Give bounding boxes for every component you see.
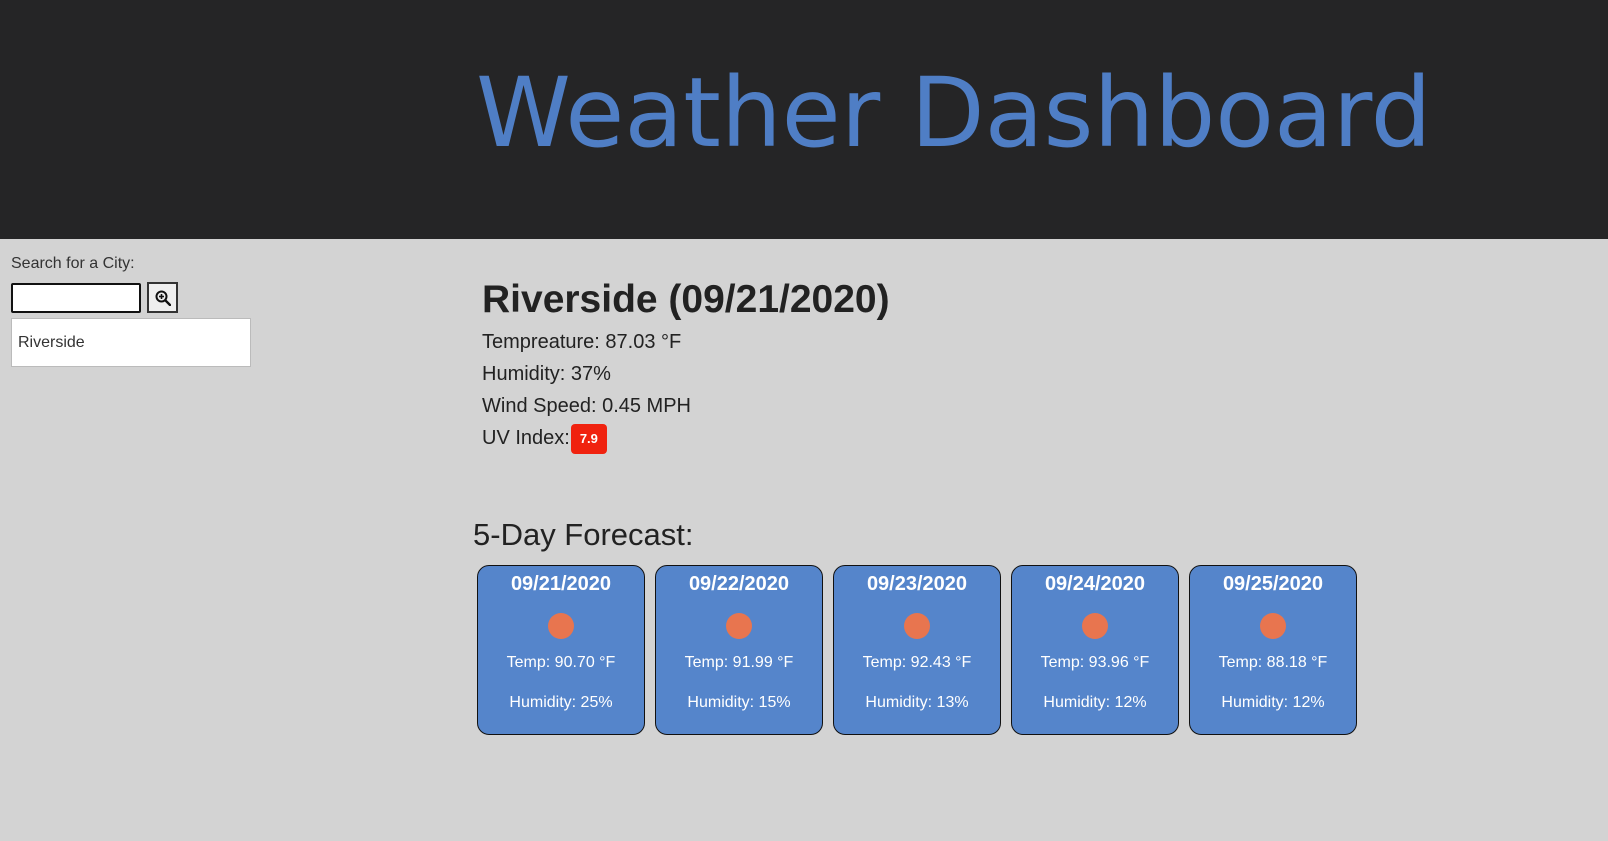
current-weather: Riverside (09/21/2020) Tempreature: 87.0… — [482, 274, 890, 454]
forecast-card: 09/24/2020 Temp: 93.96 °F Humidity: 12% — [1011, 565, 1179, 735]
sun-icon — [904, 613, 930, 639]
city-search-input[interactable] — [11, 282, 141, 313]
forecast-humidity: Humidity: 12% — [1043, 694, 1147, 711]
history-item-riverside[interactable]: Riverside — [11, 318, 251, 367]
forecast-temp: Temp: 91.99 °F — [684, 654, 794, 671]
forecast-card: 09/23/2020 Temp: 92.43 °F Humidity: 13% — [833, 565, 1001, 735]
forecast-humidity: Humidity: 25% — [509, 694, 613, 711]
forecast-cards: 09/21/2020 Temp: 90.70 °F Humidity: 25% … — [477, 565, 1367, 735]
sun-icon — [726, 613, 752, 639]
current-temperature: Tempreature: 87.03 °F — [482, 331, 682, 353]
forecast-temp: Temp: 88.18 °F — [1218, 654, 1328, 671]
current-humidity: Humidity: 37% — [482, 363, 611, 385]
forecast-humidity: Humidity: 12% — [1221, 694, 1325, 711]
sun-icon — [548, 613, 574, 639]
forecast-card: 09/21/2020 Temp: 90.70 °F Humidity: 25% — [477, 565, 645, 735]
search-row — [11, 282, 251, 313]
uv-index-badge: 7.9 — [570, 423, 607, 454]
forecast-humidity: Humidity: 15% — [687, 694, 791, 711]
sun-icon — [1260, 613, 1286, 639]
forecast-card: 09/25/2020 Temp: 88.18 °F Humidity: 12% — [1189, 565, 1357, 735]
header-banner: Weather Dashboard — [0, 0, 1608, 239]
search-history-list: Riverside — [11, 318, 251, 367]
page-title: Weather Dashboard — [476, 57, 1432, 169]
zoom-in-icon — [155, 290, 171, 306]
current-city-title: Riverside (09/21/2020) — [482, 278, 890, 321]
current-wind-speed: Wind Speed: 0.45 MPH — [482, 395, 691, 417]
forecast-date: 09/22/2020 — [688, 573, 790, 595]
forecast-date: 09/21/2020 — [510, 573, 612, 595]
forecast-temp: Temp: 93.96 °F — [1040, 654, 1150, 671]
forecast-date: 09/25/2020 — [1222, 573, 1324, 595]
forecast-humidity: Humidity: 13% — [865, 694, 969, 711]
current-uv-row: UV Index: 7.9 — [482, 422, 890, 454]
forecast-temp: Temp: 92.43 °F — [862, 654, 972, 671]
sun-icon — [1082, 613, 1108, 639]
uv-index-label: UV Index: — [482, 427, 570, 449]
forecast-date: 09/23/2020 — [866, 573, 968, 595]
forecast-card: 09/22/2020 Temp: 91.99 °F Humidity: 15% — [655, 565, 823, 735]
sidebar: Search for a City: Riverside — [11, 255, 251, 367]
forecast-section: 5-Day Forecast: 09/21/2020 Temp: 90.70 °… — [473, 514, 1357, 735]
forecast-temp: Temp: 90.70 °F — [506, 654, 616, 671]
forecast-date: 09/24/2020 — [1044, 573, 1146, 595]
search-button[interactable] — [147, 282, 178, 313]
search-label: Search for a City: — [11, 255, 135, 272]
forecast-title: 5-Day Forecast: — [473, 517, 694, 552]
